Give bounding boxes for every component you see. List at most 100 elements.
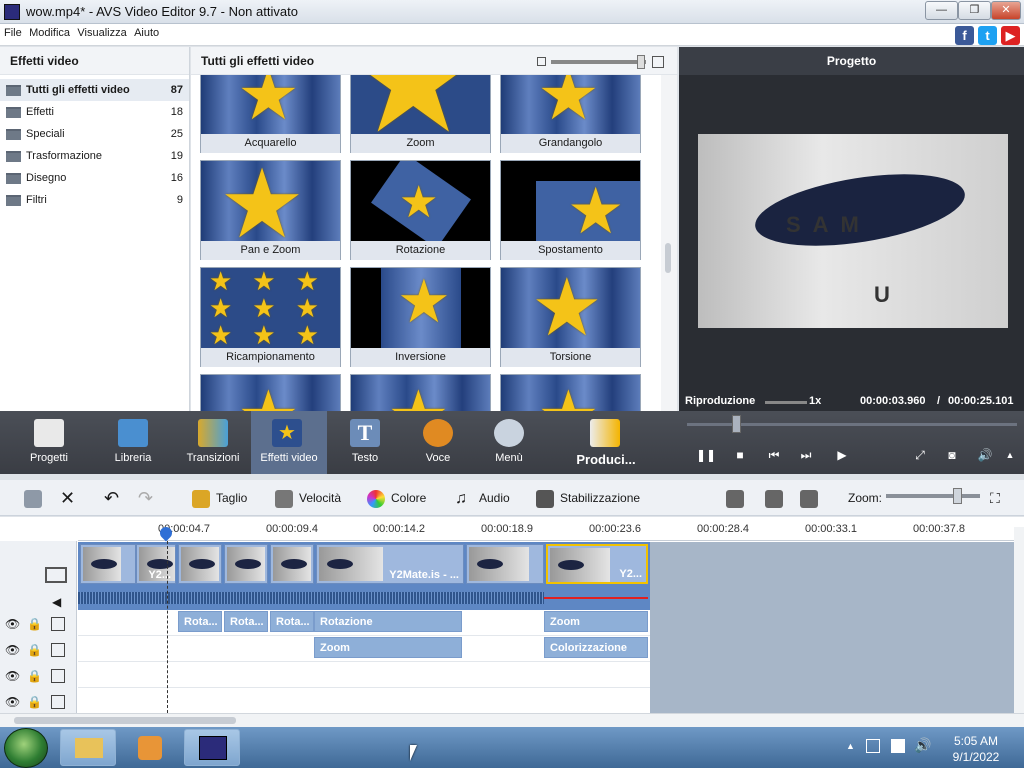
effect-tile[interactable]: ★: [350, 374, 491, 411]
effect-star-icon[interactable]: [51, 669, 65, 683]
undo-icon[interactable]: ↶: [104, 488, 119, 508]
audio-track-icon[interactable]: ◀: [52, 595, 61, 609]
toolbar-transizioni[interactable]: Transizioni: [177, 411, 249, 474]
close-button[interactable]: ✕: [991, 1, 1021, 20]
category-effetti[interactable]: Effetti 18: [0, 101, 189, 123]
zoom-handle[interactable]: [953, 488, 962, 504]
seek-handle[interactable]: [732, 415, 741, 433]
time-ruler[interactable]: 00:00:04.7 00:00:09.4 00:00:14.2 00:00:1…: [78, 517, 1014, 542]
network-icon[interactable]: [866, 739, 880, 753]
lock-icon[interactable]: 🔒: [27, 695, 42, 709]
taskbar-avs-video-editor[interactable]: [184, 729, 240, 766]
effect-tile-acquarello[interactable]: ★ Acquarello: [200, 75, 341, 153]
effect-tile[interactable]: ★: [500, 374, 641, 411]
eye-icon[interactable]: 👁: [5, 617, 20, 631]
effect-clip[interactable]: Rota...: [178, 611, 222, 632]
toolbar-menu[interactable]: Menù: [473, 411, 545, 474]
zoom-slider[interactable]: [886, 494, 980, 498]
effect-star-icon[interactable]: [51, 617, 65, 631]
prev-frame-icon[interactable]: ⏮: [766, 447, 782, 463]
lock-icon[interactable]: 🔒: [27, 643, 42, 657]
menu-visualizza[interactable]: Visualizza: [73, 24, 126, 39]
fullscreen-icon[interactable]: ⤢: [912, 447, 928, 463]
effect-clip[interactable]: Zoom: [544, 611, 648, 632]
timeline-empty-area[interactable]: [650, 542, 1014, 713]
effect-tile-ricampionamento[interactable]: ★★★ ★★★ ★★★ Ricampionamento: [200, 267, 341, 367]
eye-icon[interactable]: 👁: [5, 643, 20, 657]
delete-icon[interactable]: ✕: [60, 488, 75, 508]
video-clip[interactable]: [178, 544, 222, 584]
effect-clip[interactable]: Colorizzazione: [544, 637, 648, 658]
effect-star-icon[interactable]: [51, 643, 65, 657]
stop-icon[interactable]: ■: [732, 447, 748, 463]
video-clip[interactable]: [80, 544, 136, 584]
facebook-icon[interactable]: f: [955, 26, 974, 45]
menu-file[interactable]: File: [0, 24, 22, 39]
video-clip[interactable]: [224, 544, 268, 584]
color-button[interactable]: Colore: [367, 488, 426, 508]
effect-clip[interactable]: Rota...: [270, 611, 314, 632]
effect-star-icon[interactable]: [51, 695, 65, 709]
timeline-vscrollbar[interactable]: [1014, 527, 1024, 713]
start-button[interactable]: [4, 728, 48, 768]
show-hidden-icons[interactable]: ▲: [846, 741, 855, 751]
gallery-scrollbar[interactable]: [661, 75, 677, 411]
toolbar-progetti[interactable]: Progetti: [13, 411, 85, 474]
taskbar-media-player[interactable]: [121, 729, 177, 766]
effect-tile-grandangolo[interactable]: ★ Grandangolo: [500, 75, 641, 153]
category-disegno[interactable]: Disegno 16: [0, 167, 189, 189]
scrollbar-thumb[interactable]: [665, 243, 671, 273]
menu-modifica[interactable]: Modifica: [25, 24, 70, 39]
toolbar-libreria[interactable]: Libreria: [97, 411, 169, 474]
volume-mini-slider[interactable]: [765, 401, 807, 404]
timeline-hscrollbar[interactable]: [0, 713, 1024, 727]
lock-icon[interactable]: 🔒: [27, 669, 42, 683]
small-thumb-icon[interactable]: [537, 57, 546, 66]
thumb-size-handle[interactable]: [637, 55, 645, 69]
pause-icon[interactable]: ❚❚: [696, 447, 716, 463]
category-speciali[interactable]: Speciali 25: [0, 123, 189, 145]
category-all-effects[interactable]: Tutti gli effetti video 87: [0, 79, 189, 101]
thumb-size-slider[interactable]: [551, 60, 646, 64]
video-clip[interactable]: [270, 544, 314, 584]
audio-button[interactable]: ♫ Audio: [455, 488, 510, 508]
audio-mixer-icon[interactable]: [765, 488, 789, 508]
video-clip[interactable]: Y2...: [136, 544, 176, 584]
effect-tile-rotazione[interactable]: ★ Rotazione: [350, 160, 491, 260]
toolbar-testo[interactable]: T Testo: [329, 411, 401, 474]
selected-video-clip[interactable]: Y2...: [546, 544, 648, 584]
next-frame-icon[interactable]: ⏭: [798, 447, 814, 463]
effect-tile-pan-zoom[interactable]: ★ Pan e Zoom: [200, 160, 341, 260]
eye-icon[interactable]: 👁: [5, 669, 20, 683]
video-clip[interactable]: Y2Mate.is - ...: [316, 544, 464, 584]
redo-icon[interactable]: ↷: [138, 488, 153, 508]
video-clip[interactable]: [466, 544, 544, 584]
effect-clip[interactable]: Rotazione: [314, 611, 462, 632]
lock-icon[interactable]: 🔒: [27, 617, 42, 631]
effect-clip[interactable]: Zoom: [314, 637, 462, 658]
storyboard-icon[interactable]: [24, 488, 48, 508]
effect-tile-spostamento[interactable]: ★ Spostamento: [500, 160, 641, 260]
category-filtri[interactable]: Filtri 9: [0, 189, 189, 211]
snapshot-camera-icon[interactable]: ◙: [944, 447, 960, 463]
speed-button[interactable]: Velocità: [275, 488, 341, 508]
action-center-icon[interactable]: [891, 739, 905, 753]
scrollbar-thumb[interactable]: [14, 717, 236, 724]
taskbar-explorer[interactable]: [60, 729, 116, 766]
system-clock[interactable]: 5:05 AM 9/1/2022: [936, 733, 1016, 765]
split-icon[interactable]: [726, 488, 750, 508]
twitter-icon[interactable]: t: [978, 26, 997, 45]
effect-clip[interactable]: Rota...: [224, 611, 268, 632]
audio-volume-line[interactable]: [544, 597, 648, 599]
effect-tile[interactable]: ★: [200, 374, 341, 411]
play-range-icon[interactable]: ▶: [834, 447, 850, 463]
large-thumb-icon[interactable]: [652, 56, 664, 68]
aspect-ratio-dropdown[interactable]: [800, 488, 824, 508]
youtube-icon[interactable]: ▶: [1001, 26, 1020, 45]
effect-tile-torsione[interactable]: ★ Torsione: [500, 267, 641, 367]
effect-tile-zoom[interactable]: ★Zoom: [350, 75, 491, 153]
volume-icon[interactable]: 🔊: [977, 447, 993, 463]
toolbar-produci[interactable]: Produci...: [566, 411, 646, 474]
speed-label[interactable]: 1x: [809, 395, 821, 407]
eye-icon[interactable]: 👁: [5, 695, 20, 709]
